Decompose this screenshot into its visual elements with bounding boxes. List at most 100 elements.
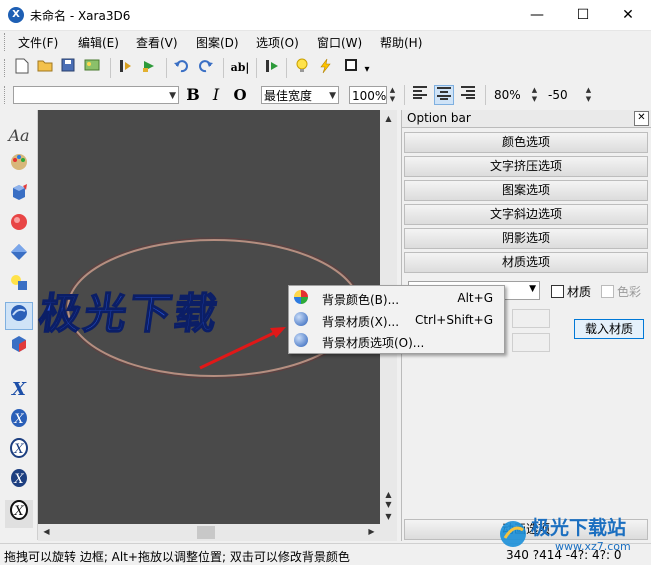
texture-checkbox[interactable]: [551, 285, 564, 298]
zoom-stepper[interactable]: ▲ ▼: [387, 86, 398, 104]
x-tool-2-icon[interactable]: X: [5, 408, 33, 436]
scroll-up-icon[interactable]: ▲: [380, 114, 397, 123]
save-icon[interactable]: [58, 58, 78, 78]
align-center-icon[interactable]: [434, 85, 454, 105]
text-tool-icon[interactable]: Aa: [5, 122, 33, 150]
open-folder-icon[interactable]: [35, 58, 55, 78]
toolbar-separator: [485, 85, 486, 105]
char-spacing-stepper[interactable]: ▲ ▼: [583, 86, 594, 104]
zoom-value: 100%: [352, 89, 387, 103]
toolbar-grip[interactable]: [4, 59, 8, 77]
menu-view[interactable]: 查看(V): [136, 34, 178, 51]
chevron-down-icon: ▼: [329, 91, 336, 101]
section-design-options[interactable]: 图案选项: [404, 180, 648, 201]
svg-text:X: X: [13, 442, 24, 457]
align-left-icon[interactable]: [410, 85, 430, 105]
watermark-url: www.xz7.com: [555, 540, 631, 553]
undo-icon[interactable]: [171, 58, 191, 78]
section-shadow-options[interactable]: 阴影选项: [404, 228, 648, 249]
close-icon[interactable]: ✕: [634, 111, 649, 126]
color-palette-icon: [294, 290, 308, 304]
line-spacing-stepper[interactable]: ▲ ▼: [529, 86, 540, 104]
menu-file[interactable]: 文件(F): [18, 34, 58, 51]
x-tool-5-icon[interactable]: X: [5, 500, 33, 528]
italic-button[interactable]: I: [206, 85, 226, 105]
main-toolbar: ab| ▾: [0, 55, 651, 82]
zoom-field[interactable]: 100%: [349, 86, 387, 104]
menu-help[interactable]: 帮助(H): [380, 34, 422, 51]
title-bar: X 未命名 - Xara3D6 — ☐ ✕: [0, 0, 651, 31]
horizontal-scrollbar[interactable]: ◀ ▶: [38, 524, 380, 541]
color-palette-icon[interactable]: [5, 152, 33, 180]
text-toolbar: ▼ B I O 最佳宽度 ▼ 100% ▲ ▼ 80% ▲ ▼ -50 ▲ ▼: [0, 82, 651, 109]
scroll-left-icon[interactable]: ◀: [38, 527, 55, 536]
context-menu: 背景颜色(B)... Alt+G 背景材质(X)... Ctrl+Shift+G…: [288, 285, 505, 354]
scroll-down-icon[interactable]: ▼: [380, 512, 397, 521]
x-tool-1-icon[interactable]: X: [5, 376, 33, 404]
lighting-icon[interactable]: [316, 58, 336, 78]
scroll-corner: [380, 524, 397, 541]
toolbar-grip[interactable]: [4, 86, 8, 104]
frame-icon[interactable]: [341, 58, 361, 78]
menu-options[interactable]: 选项(O): [256, 34, 299, 51]
font-select[interactable]: ▼: [13, 86, 179, 104]
x-tool-4-icon[interactable]: X: [5, 468, 33, 496]
color-checkbox-label: 色彩: [617, 285, 642, 299]
scroll-page-down-icon[interactable]: ▼: [380, 500, 397, 509]
section-extrude-options[interactable]: 文字挤压选项: [404, 156, 648, 177]
shading-tool-icon[interactable]: [5, 212, 33, 240]
menu-item-label: 背景材质选项(O)...: [322, 336, 425, 350]
menu-item-background-texture-options[interactable]: 背景材质选项(O)...: [290, 331, 501, 351]
section-texture-options[interactable]: 材质选项: [404, 252, 648, 273]
menu-grip[interactable]: [4, 33, 8, 51]
section-bevel-options[interactable]: 文字斜边选项: [404, 204, 648, 225]
animation-tool-icon[interactable]: [5, 334, 33, 362]
play-animation-icon[interactable]: [139, 58, 159, 78]
light-bulb-icon[interactable]: [292, 58, 312, 78]
extrude-tool-icon[interactable]: [5, 182, 33, 210]
section-color-options[interactable]: 颜色选项: [404, 132, 648, 153]
align-right-icon[interactable]: [458, 85, 478, 105]
width-mode-select[interactable]: 最佳宽度 ▼: [261, 86, 339, 104]
horizontal-scroll-thumb[interactable]: [197, 526, 215, 539]
toolbar-separator: [223, 58, 224, 78]
more-tools-chevron-down-icon[interactable]: ▾: [361, 60, 373, 80]
menu-item-background-texture[interactable]: 背景材质(X)... Ctrl+Shift+G: [290, 310, 501, 330]
maximize-button[interactable]: ☐: [560, 0, 606, 30]
design-tool-icon[interactable]: [5, 272, 33, 300]
texture-angle-field[interactable]: [512, 333, 550, 352]
animation-icon[interactable]: [262, 58, 282, 78]
scroll-page-up-icon[interactable]: ▲: [380, 490, 397, 499]
color-checkbox[interactable]: [601, 285, 614, 298]
minimize-button[interactable]: —: [514, 0, 560, 30]
load-texture-button[interactable]: 载入材质: [574, 319, 644, 339]
scroll-right-icon[interactable]: ▶: [363, 527, 380, 536]
texture-tool-icon[interactable]: [5, 302, 33, 330]
line-spacing-field[interactable]: 80%: [492, 86, 529, 104]
new-file-icon[interactable]: [12, 58, 32, 78]
text-edit-icon[interactable]: ab|: [229, 58, 251, 78]
toolbar-separator: [166, 58, 167, 78]
toolbar-separator: [256, 58, 257, 78]
toolbar-separator: [404, 85, 405, 105]
menu-item-background-color[interactable]: 背景颜色(B)... Alt+G: [290, 288, 501, 308]
menu-bar: 文件(F) 编辑(E) 查看(V) 图案(D) 选项(O) 窗口(W) 帮助(H…: [0, 31, 651, 53]
chevron-down-icon: ▼: [529, 284, 536, 294]
left-tool-panel: Aa X X X X X: [0, 110, 38, 540]
svg-text:X: X: [13, 504, 24, 519]
x-tool-3-icon[interactable]: X: [5, 438, 33, 466]
texture-scale-field[interactable]: [512, 309, 550, 328]
char-spacing-field[interactable]: -50: [546, 86, 583, 104]
xara-logo-icon[interactable]: X: [8, 7, 24, 23]
redo-icon[interactable]: [196, 58, 216, 78]
bold-button[interactable]: B: [183, 85, 203, 105]
menu-window[interactable]: 窗口(W): [317, 34, 362, 51]
menu-edit[interactable]: 编辑(E): [78, 34, 119, 51]
texture-options-icon: [294, 333, 308, 347]
text-options-icon[interactable]: [116, 58, 136, 78]
menu-design[interactable]: 图案(D): [196, 34, 239, 51]
close-button[interactable]: ✕: [605, 0, 651, 30]
export-image-icon[interactable]: [82, 58, 102, 78]
shadow-tool-icon[interactable]: [5, 242, 33, 270]
outline-button[interactable]: O: [230, 85, 250, 105]
